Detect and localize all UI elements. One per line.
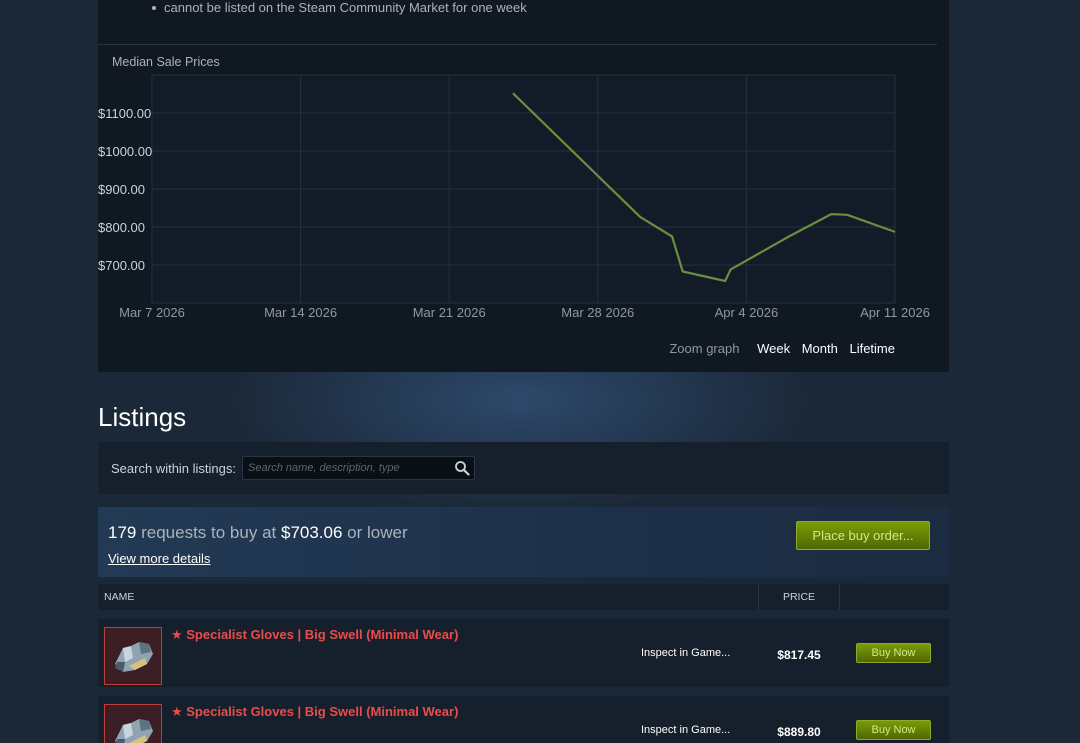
listing-row: ★ Specialist Gloves | Big Swell (Minimal… (98, 619, 949, 687)
search-input[interactable] (243, 457, 443, 479)
price-history-panel: cannot be listed on the Steam Community … (98, 0, 949, 372)
zoom-lifetime-link[interactable]: Lifetime (849, 341, 895, 356)
item-thumbnail[interactable] (104, 627, 162, 685)
item-name-link[interactable]: ★ Specialist Gloves | Big Swell (Minimal… (171, 627, 458, 643)
x-tick-label: Apr 4 2026 (715, 305, 779, 320)
search-icon[interactable] (454, 460, 470, 476)
listing-price: $889.80 (777, 725, 821, 739)
x-tick-label: Apr 11 2026 (860, 305, 930, 320)
zoom-controls: Zoom graph Week Month Lifetime (98, 341, 895, 356)
graph-title: Median Sale Prices (112, 55, 220, 69)
inspect-in-game-link[interactable]: Inspect in Game... (641, 647, 730, 659)
price-history-chart[interactable]: Mar 7 2026 Mar 14 2026 Mar 21 2026 Mar 28 2… (98, 70, 949, 332)
listings-table-header: NAME PRICE (98, 584, 949, 610)
y-tick-label: $1100.00 (98, 106, 151, 121)
buy-request-suffix: or lower (347, 523, 408, 542)
item-name-link[interactable]: ★ Specialist Gloves | Big Swell (Minimal… (171, 704, 458, 720)
buy-orders-summary: 179 requests to buy at $703.06 or lower … (98, 507, 949, 577)
listing-price: $817.45 (777, 648, 821, 662)
column-header-name: NAME (104, 591, 135, 603)
buy-request-middle: requests to buy at (141, 523, 277, 542)
listings-heading: Listings (98, 402, 187, 432)
item-thumbnail[interactable] (104, 704, 162, 743)
listing-search-bar: Search within listings: (98, 442, 949, 494)
glove-icon (115, 642, 153, 672)
y-tick-label: $1000.00 (98, 144, 152, 159)
buy-order-text: 179 requests to buy at $703.06 or lower (108, 523, 408, 543)
place-buy-order-button[interactable]: Place buy order... (796, 521, 930, 550)
y-tick-label: $800.00 (98, 220, 145, 235)
search-label: Search within listings: (111, 461, 236, 476)
divider (98, 44, 937, 45)
x-tick-label: Mar 14 2026 (264, 305, 337, 320)
market-restriction-note: cannot be listed on the Steam Community … (152, 0, 527, 15)
y-tick-label: $700.00 (98, 258, 145, 273)
x-tick-label: Mar 7 2026 (119, 305, 185, 320)
inspect-in-game-link[interactable]: Inspect in Game... (641, 724, 730, 736)
column-header-price: PRICE (758, 584, 840, 610)
buy-request-count: 179 (108, 523, 137, 542)
x-tick-label: Mar 28 2026 (561, 305, 634, 320)
zoom-month-link[interactable]: Month (802, 341, 838, 356)
zoom-week-link[interactable]: Week (757, 341, 790, 356)
zoom-label: Zoom graph (669, 341, 740, 356)
buy-now-button[interactable]: Buy Now (856, 643, 931, 663)
buy-request-price: $703.06 (280, 523, 343, 542)
view-more-details-link[interactable]: View more details (108, 551, 210, 566)
buy-now-button[interactable]: Buy Now (856, 720, 931, 740)
listing-row: ★ Specialist Gloves | Big Swell (Minimal… (98, 696, 949, 743)
y-tick-label: $900.00 (98, 182, 145, 197)
x-tick-label: Mar 21 2026 (413, 305, 486, 320)
glove-icon (115, 719, 153, 743)
search-box (242, 456, 475, 480)
